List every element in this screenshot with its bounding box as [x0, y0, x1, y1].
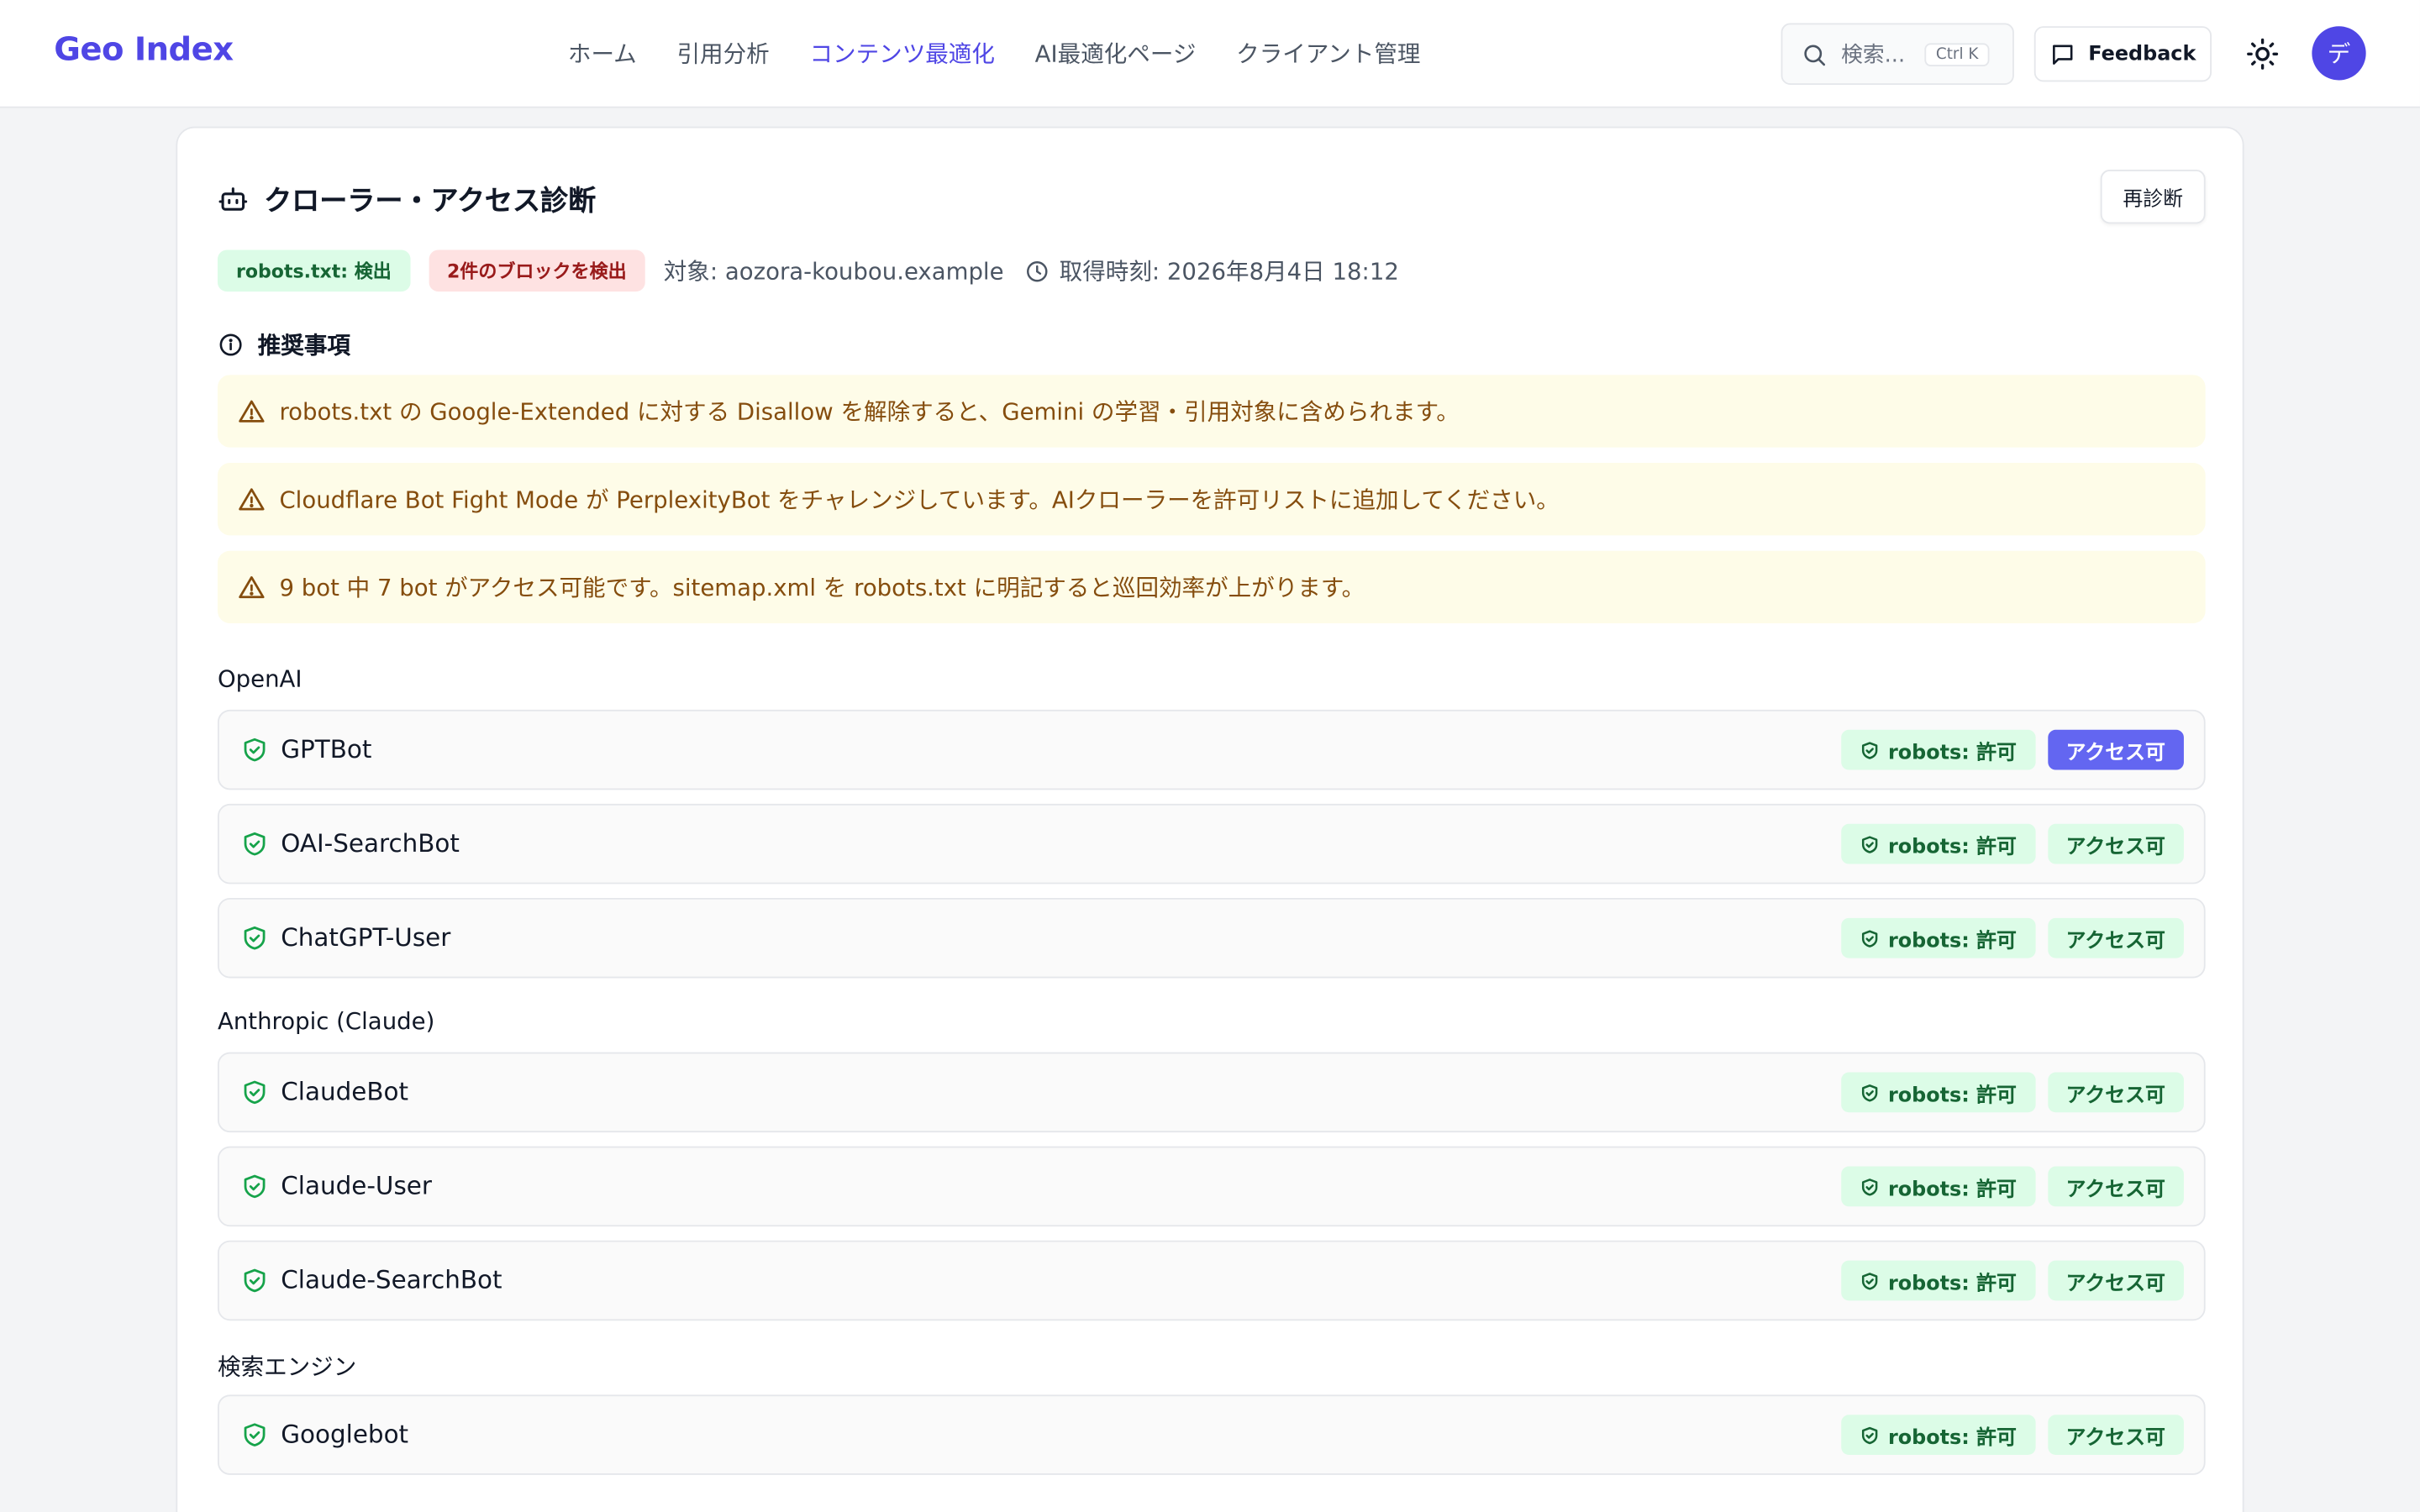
bot-name: GPTBot [281, 734, 372, 764]
blocks-status-badge: 2件のブロックを検出 [428, 249, 645, 292]
warning-icon [238, 573, 266, 601]
sun-icon [2245, 37, 2279, 71]
group-title-anthropic: Anthropic (Claude) [217, 1007, 435, 1036]
shield-check-icon [241, 1173, 269, 1200]
warning-icon [238, 486, 266, 513]
bot-row[interactable]: Claude-User robots: 許可 アクセス可 [217, 1146, 2206, 1227]
shield-check-icon [241, 830, 269, 858]
shield-check-icon [1860, 1176, 1881, 1196]
shield-check-icon [1860, 1271, 1881, 1291]
robots-allow-label: robots: 許可 [1887, 1084, 2017, 1107]
access-status-badge: アクセス可 [2047, 729, 2184, 770]
rerun-diagnosis-button[interactable]: 再診断 [2100, 170, 2206, 224]
bot-row[interactable]: Claude-SearchBot robots: 許可 アクセス可 [217, 1240, 2206, 1321]
access-status-badge: アクセス可 [2047, 1260, 2184, 1301]
user-avatar[interactable]: デ [2312, 26, 2366, 81]
theme-toggle-button[interactable] [2245, 37, 2279, 71]
bot-name: Googlebot [281, 1419, 409, 1449]
panel-title: クローラー・アクセス診断 [264, 185, 597, 218]
message-icon [2049, 41, 2075, 67]
bot-row[interactable]: Googlebot robots: 許可 アクセス可 [217, 1394, 2206, 1475]
bot-row[interactable]: OAI-SearchBot robots: 許可 アクセス可 [217, 803, 2206, 885]
shield-check-icon [241, 736, 269, 764]
recommendation-alert: robots.txt の Google-Extended に対する Disall… [217, 375, 2206, 448]
bot-name: OAI-SearchBot [281, 828, 460, 858]
shield-check-icon [1860, 740, 1881, 760]
group-title-search-engines: 検索エンジン [217, 1352, 357, 1381]
recommendation-text: Cloudflare Bot Fight Mode が PerplexityBo… [279, 486, 1560, 514]
robots-allow-badge: robots: 許可 [1841, 917, 2035, 958]
robots-allow-label: robots: 許可 [1887, 929, 2017, 953]
crawler-diagnosis-panel: クローラー・アクセス診断 再診断 robots.txt: 検出 2件のブロックを… [176, 126, 2244, 1512]
nav-item-citation-analysis[interactable]: 引用分析 [677, 37, 770, 70]
bot-name: ChatGPT-User [281, 922, 451, 953]
shield-check-icon [241, 1079, 269, 1106]
warning-icon [238, 397, 266, 425]
recommendation-alert: Cloudflare Bot Fight Mode が PerplexityBo… [217, 463, 2206, 536]
recommendations-heading: 推奨事項 [257, 331, 350, 360]
robots-allow-label: robots: 許可 [1887, 835, 2017, 859]
robots-allow-badge: robots: 許可 [1841, 823, 2035, 864]
nav-item-home[interactable]: ホーム [568, 37, 637, 70]
access-status-badge: アクセス可 [2047, 1166, 2184, 1207]
recommendation-text: 9 bot 中 7 bot がアクセス可能です。sitemap.xml を ro… [279, 574, 1365, 602]
shield-check-icon [1860, 1425, 1881, 1445]
diagnosis-meta: robots.txt: 検出 2件のブロックを検出 対象: aozora-kou… [217, 249, 1399, 292]
recommendation-text: robots.txt の Google-Extended に対する Disall… [279, 397, 1460, 426]
search-placeholder: 検索... [1841, 43, 1906, 68]
bot-name: Claude-User [281, 1171, 432, 1200]
access-status-badge: アクセス可 [2047, 917, 2184, 958]
group-title-openai: OpenAI [217, 664, 302, 693]
nav-item-ai-optimized-pages[interactable]: AI最適化ページ [1035, 37, 1197, 70]
shield-check-icon [1860, 834, 1881, 854]
robots-allow-label: robots: 許可 [1887, 741, 2017, 765]
clock-icon [1025, 259, 1050, 283]
bot-name: Claude-SearchBot [281, 1265, 502, 1294]
target-domain: 対象: aozora-koubou.example [663, 257, 1004, 286]
robots-allow-badge: robots: 許可 [1841, 729, 2035, 770]
robots-allow-badge: robots: 許可 [1841, 1415, 2035, 1456]
panel-header: クローラー・アクセス診断 [218, 179, 596, 219]
recommendation-alert: 9 bot 中 7 bot がアクセス可能です。sitemap.xml を ro… [217, 550, 2206, 624]
bot-row[interactable]: ClaudeBot robots: 許可 アクセス可 [217, 1052, 2206, 1133]
search-input[interactable]: 検索... Ctrl K [1781, 23, 2014, 86]
feedback-button[interactable]: Feedback [2033, 26, 2212, 82]
robots-allow-label: robots: 許可 [1887, 1272, 2017, 1295]
fetched-time-label: 取得時刻: 2026年8月4日 18:12 [1059, 257, 1399, 286]
robots-allow-badge: robots: 許可 [1841, 1072, 2035, 1113]
robots-status-badge: robots.txt: 検出 [217, 249, 410, 292]
bot-icon [218, 184, 249, 215]
top-bar: Geo Index ホーム 引用分析 コンテンツ最適化 AI最適化ページ クライ… [0, 0, 2420, 108]
search-shortcut-hint: Ctrl K [1925, 42, 1990, 66]
shield-check-icon [1860, 928, 1881, 948]
search-icon [1801, 41, 1827, 67]
access-status-badge: アクセス可 [2047, 1415, 2184, 1456]
access-status-badge: アクセス可 [2047, 1072, 2184, 1113]
robots-allow-label: robots: 許可 [1887, 1178, 2017, 1201]
bot-name: ClaudeBot [281, 1077, 409, 1106]
feedback-label: Feedback [2088, 42, 2196, 66]
nav-item-content-optimization[interactable]: コンテンツ最適化 [809, 37, 994, 70]
fetched-time: 取得時刻: 2026年8月4日 18:12 [1025, 255, 1399, 287]
robots-allow-label: robots: 許可 [1887, 1426, 2017, 1450]
access-status-badge: アクセス可 [2047, 823, 2184, 864]
recommendations-header: 推奨事項 [218, 328, 350, 361]
app-root: Geo Index ホーム 引用分析 コンテンツ最適化 AI最適化ページ クライ… [0, 0, 2420, 1512]
info-icon [218, 332, 244, 358]
nav-item-client-management[interactable]: クライアント管理 [1236, 37, 1420, 70]
bot-row[interactable]: GPTBot robots: 許可 アクセス可 [217, 709, 2206, 790]
shield-check-icon [241, 1267, 269, 1294]
robots-allow-badge: robots: 許可 [1841, 1166, 2035, 1207]
robots-allow-badge: robots: 許可 [1841, 1260, 2035, 1301]
app-logo[interactable]: Geo Index [54, 31, 234, 68]
bot-row[interactable]: ChatGPT-User robots: 許可 アクセス可 [217, 897, 2206, 979]
shield-check-icon [241, 1421, 269, 1449]
main-nav: ホーム 引用分析 コンテンツ最適化 AI最適化ページ クライアント管理 [568, 37, 1460, 70]
shield-check-icon [241, 924, 269, 952]
shield-check-icon [1860, 1082, 1881, 1102]
